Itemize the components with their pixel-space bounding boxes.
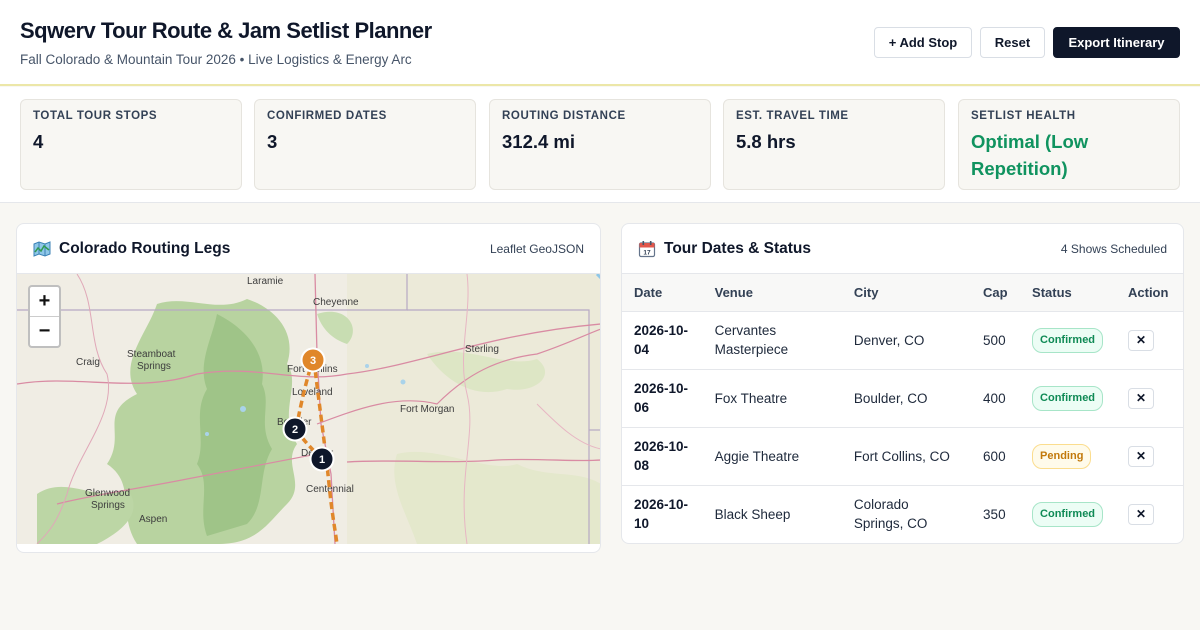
stats-band: TOTAL TOUR STOPS 4 CONFIRMED DATES 3 ROU… — [0, 87, 1200, 203]
place-label: Fort Morgan — [400, 404, 454, 415]
place-label: Loveland — [292, 387, 333, 398]
column-header-venue[interactable]: Venue — [702, 274, 842, 312]
status-badge: Confirmed — [1032, 385, 1104, 411]
cell-venue: Aggie Theatre — [702, 427, 842, 486]
stat-card-total-stops: TOTAL TOUR STOPS 4 — [20, 99, 242, 190]
place-label: Springs — [137, 361, 171, 372]
app-header: Sqwerv Tour Route & Jam Setlist Planner … — [0, 0, 1200, 86]
stat-card-confirmed-dates: CONFIRMED DATES 3 — [254, 99, 476, 190]
cell-date: 2026-10-06 — [622, 369, 703, 428]
calendar-icon: 17 — [638, 240, 656, 257]
table-header-row: Date Venue City Cap Status Action — [622, 274, 1183, 312]
status-badge: Confirmed — [1032, 501, 1104, 527]
cell-city: Denver, CO — [841, 311, 972, 370]
place-label: Laramie — [247, 276, 284, 287]
cell-cap: 400 — [971, 369, 1021, 428]
svg-text:3: 3 — [310, 355, 316, 367]
cell-cap: 500 — [971, 311, 1021, 370]
map-icon — [33, 240, 51, 257]
stat-value: 4 — [33, 131, 44, 152]
cell-venue: Black Sheep — [702, 485, 842, 543]
status-badge: Confirmed — [1032, 327, 1104, 353]
export-itinerary-button[interactable]: Export Itinerary — [1053, 27, 1180, 58]
place-label: Steamboat — [127, 349, 176, 360]
stat-label: EST. TRAVEL TIME — [736, 110, 849, 122]
cell-cap: 600 — [971, 427, 1021, 486]
cell-city: Boulder, CO — [841, 369, 972, 428]
map-tiles[interactable]: Laramie Cheyenne Sterling Steamboat Spri… — [17, 274, 601, 544]
reset-button[interactable]: Reset — [980, 27, 1045, 58]
stat-label: CONFIRMED DATES — [267, 110, 387, 122]
place-label: Springs — [91, 500, 125, 511]
remove-stop-button[interactable]: ✕ — [1128, 387, 1154, 409]
stat-card-setlist-health: SETLIST HEALTH Optimal (Low Repetition) — [958, 99, 1180, 190]
stat-value: 3 — [267, 131, 278, 152]
cell-city: Colorado Springs, CO — [841, 485, 972, 543]
map-marker-1[interactable]: 1 — [309, 446, 335, 472]
svg-text:1: 1 — [319, 454, 325, 466]
place-label: Sterling — [465, 344, 499, 355]
map-panel: Colorado Routing Legs Leaflet GeoJSON La… — [16, 223, 601, 553]
cell-venue: Fox Theatre — [702, 369, 842, 428]
cell-date: 2026-10-10 — [622, 485, 703, 543]
place-label: Craig — [76, 357, 100, 368]
add-stop-button[interactable]: + Add Stop — [874, 27, 972, 58]
stat-card-travel-time: EST. TRAVEL TIME 5.8 hrs — [723, 99, 945, 190]
map-source-tag: Leaflet GeoJSON — [489, 241, 584, 256]
tour-dates-panel: 17 Tour Dates & Status 4 Shows Scheduled… — [621, 223, 1184, 544]
stat-label: SETLIST HEALTH — [971, 110, 1076, 122]
column-header-cap[interactable]: Cap — [971, 274, 1021, 312]
stat-value: 312.4 mi — [502, 131, 576, 152]
remove-stop-button[interactable]: ✕ — [1128, 503, 1154, 525]
map-panel-title: Colorado Routing Legs — [59, 239, 231, 257]
column-header-city[interactable]: City — [841, 274, 972, 312]
tour-dates-table: Date Venue City Cap Status Action 2026-1… — [622, 274, 1183, 543]
app-title: Sqwerv Tour Route & Jam Setlist Planner — [20, 18, 432, 43]
map-marker-2[interactable]: 2 — [282, 416, 308, 442]
tour-dates-header: 17 Tour Dates & Status 4 Shows Scheduled — [622, 224, 1183, 274]
cell-cap: 350 — [971, 485, 1021, 543]
zoom-out-button[interactable]: − — [30, 317, 59, 347]
cell-date: 2026-10-08 — [622, 427, 703, 486]
tour-dates-title: Tour Dates & Status — [664, 239, 811, 257]
map-panel-header: Colorado Routing Legs Leaflet GeoJSON — [17, 224, 600, 274]
place-label: Glenwood — [85, 488, 130, 499]
routing-map[interactable]: Laramie Cheyenne Sterling Steamboat Spri… — [17, 274, 601, 544]
svg-text:2: 2 — [292, 424, 298, 436]
stat-value: 5.8 hrs — [736, 131, 796, 152]
app-subtitle: Fall Colorado & Mountain Tour 2026 • Liv… — [20, 52, 412, 67]
table-row[interactable]: 2026-10-08 Aggie Theatre Fort Collins, C… — [622, 427, 1183, 486]
cell-venue: Cervantes Masterpiece — [702, 311, 842, 370]
table-row[interactable]: 2026-10-10 Black Sheep Colorado Springs,… — [622, 485, 1183, 543]
svg-text:17: 17 — [643, 249, 651, 256]
shows-count-tag: 4 Shows Scheduled — [1060, 241, 1167, 256]
map-zoom-control: + − — [28, 285, 61, 348]
column-header-status[interactable]: Status — [1020, 274, 1116, 312]
place-label: Cheyenne — [313, 297, 359, 308]
stat-value: Optimal (Low Repetition) — [971, 131, 1089, 179]
column-header-action: Action — [1116, 274, 1183, 312]
zoom-in-button[interactable]: + — [30, 287, 59, 317]
cell-date: 2026-10-04 — [622, 311, 703, 370]
stat-card-routing-distance: ROUTING DISTANCE 312.4 mi — [489, 99, 711, 190]
remove-stop-button[interactable]: ✕ — [1128, 329, 1154, 351]
map-marker-3[interactable]: 3 — [300, 347, 326, 373]
remove-stop-button[interactable]: ✕ — [1128, 445, 1154, 467]
status-badge: Pending — [1032, 443, 1092, 469]
cell-city: Fort Collins, CO — [841, 427, 972, 486]
table-row[interactable]: 2026-10-04 Cervantes Masterpiece Denver,… — [622, 311, 1183, 370]
stat-label: ROUTING DISTANCE — [502, 110, 626, 122]
stat-label: TOTAL TOUR STOPS — [33, 110, 158, 122]
column-header-date[interactable]: Date — [622, 274, 703, 312]
table-row[interactable]: 2026-10-06 Fox Theatre Boulder, CO 400 C… — [622, 369, 1183, 428]
place-label: Aspen — [139, 514, 167, 525]
